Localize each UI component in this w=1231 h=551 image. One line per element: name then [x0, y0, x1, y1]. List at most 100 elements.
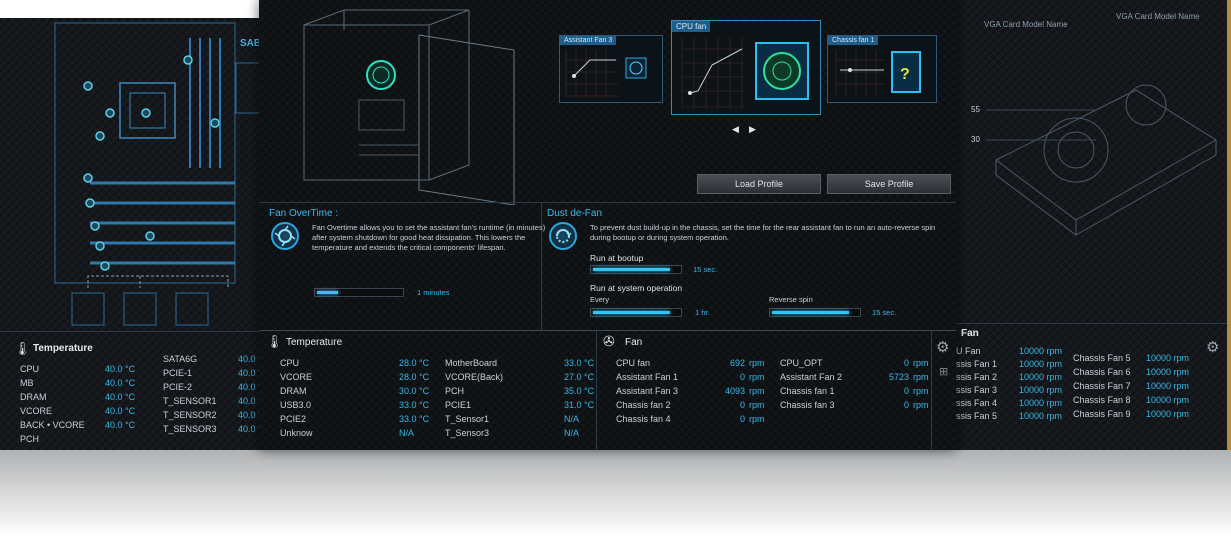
row-label: U Fan: [956, 346, 981, 356]
row-label: T_Sensor1: [445, 414, 490, 424]
fan-row-label: Chassis fan 4: [616, 414, 671, 424]
every-slider[interactable]: [590, 308, 682, 317]
fan-row-label: Chassis fan 1: [780, 386, 835, 396]
row-label: ssis Fan 3: [956, 385, 998, 395]
fan-card-chassis-fan-1[interactable]: Chassis fan 1 ?: [827, 35, 937, 103]
fan-overtime-description-2: after system shutdown for good heat diss…: [312, 233, 526, 242]
row-label: MotherBoard: [445, 358, 498, 368]
row-label: Chassis Fan 7: [1073, 381, 1131, 391]
fan-row-value: 0: [903, 386, 909, 396]
fan-row-unit: rpm: [749, 414, 765, 424]
row-label: ssis Fan 4: [956, 398, 998, 408]
fan-row-unit: rpm: [913, 400, 929, 410]
app-showcase: SABI 🌡 Temperature CPU 40.0 °C MB 40.0 °C DR…: [0, 0, 1231, 551]
row-label: T_SENSOR3: [163, 424, 217, 434]
grid-view-icon[interactable]: ⊞: [939, 365, 948, 378]
row-value: 10000 rpm: [1146, 353, 1190, 363]
fan-row-value: 5723: [888, 372, 909, 382]
fan-row-unit: rpm: [913, 358, 929, 368]
row-value: 10000 rpm: [1019, 372, 1063, 382]
row-value: 40.0 °C: [105, 378, 136, 388]
vga-card-name-2: VGA Card Model Name: [1116, 12, 1200, 21]
fan-section-title: Fan: [625, 337, 643, 348]
fan-row-unit: rpm: [749, 358, 765, 368]
vga-fan-title: Fan: [961, 328, 979, 339]
vga-panel: VGA Card Model Name VGA Card Model Name …: [955, 0, 1231, 450]
row-value: 28.0 °C: [399, 372, 430, 382]
fan-row-unit: rpm: [749, 386, 765, 396]
fan-overtime-value: 1 minutes: [417, 288, 450, 297]
row-value: N/A: [564, 428, 580, 438]
row-value: 35.0 °C: [564, 386, 595, 396]
settings-gear-icon[interactable]: ⚙: [1206, 338, 1219, 356]
row-label: ssis Fan 5: [956, 411, 998, 421]
dust-defan-description-1: To prevent dust build-up in the chassis,…: [590, 223, 936, 232]
fan-overtime-icon: [271, 222, 299, 250]
fan-card-cpu-fan[interactable]: CPU fan: [671, 20, 821, 115]
run-at-bootup-label: Run at bootup: [590, 253, 644, 263]
row-label: T_SENSOR2: [163, 410, 217, 420]
every-value: 1 hr.: [695, 308, 710, 317]
fan-icon: ✇: [603, 333, 615, 349]
floor-reflection: [0, 450, 1231, 551]
fan-row-label: Assistant Fan 1: [616, 372, 679, 382]
row-value: 40.0 °C: [105, 406, 136, 416]
row-label: DRAM: [280, 386, 307, 396]
fan-row-value: 4093: [724, 386, 745, 396]
fan-row-label: CPU_OPT: [780, 358, 823, 368]
next-fan-arrow[interactable]: ▶: [749, 124, 756, 135]
row-label: Chassis Fan 8: [1073, 395, 1131, 405]
row-label: T_Sensor3: [445, 428, 490, 438]
row-label: BACK • VCORE: [20, 420, 85, 430]
dust-defan-title: Dust de-Fan: [547, 208, 603, 219]
bootup-slider[interactable]: [590, 265, 682, 274]
fan-row-unit: rpm: [749, 400, 765, 410]
row-label: T_SENSOR1: [163, 396, 217, 406]
row-value: 10000 rpm: [1146, 395, 1190, 405]
row-value: 31.0 °C: [564, 400, 595, 410]
fan-row-value: 0: [739, 372, 745, 382]
row-label: PCIE1: [445, 400, 472, 410]
fan-xpert-main-window: Assistant Fan 3 CPU fan Chassis fan 1 ? …: [259, 0, 956, 450]
row-label: VCORE: [280, 372, 313, 382]
row-value: 40.0 °C: [105, 364, 136, 374]
run-at-system-operation-label: Run at system operation: [590, 283, 683, 293]
vga-card-name-1: VGA Card Model Name: [984, 20, 1068, 29]
row-value: 10000 rpm: [1019, 385, 1063, 395]
row-label: Chassis Fan 5: [1073, 353, 1131, 363]
row-value: 40.0 °C: [105, 392, 136, 402]
fan-card-assistant-fan-3[interactable]: Assistant Fan 3: [559, 35, 663, 103]
fan-overtime-description-3: temperature and extends the critical com…: [312, 243, 506, 252]
row-label: PCH: [20, 434, 40, 444]
row-value: 33.0 °C: [399, 414, 430, 424]
fan-overtime-slider[interactable]: [314, 288, 404, 297]
save-profile-button[interactable]: Save Profile: [827, 174, 951, 194]
row-value: 27.0 °C: [564, 372, 595, 382]
fan-row-label: Assistant Fan 3: [616, 386, 679, 396]
row-label: MB: [20, 378, 34, 388]
fan-row-unit: rpm: [913, 386, 929, 396]
thermometer-icon: 🌡: [14, 341, 31, 356]
fan-row-unit: rpm: [749, 372, 765, 382]
settings-gear-icon[interactable]: ⚙: [936, 338, 949, 356]
row-value: 10000 rpm: [1019, 346, 1063, 356]
previous-fan-arrow[interactable]: ◀: [732, 124, 739, 135]
load-profile-button[interactable]: Load Profile: [697, 174, 821, 194]
row-value: 10000 rpm: [1019, 359, 1063, 369]
reverse-spin-label: Reverse spin: [769, 295, 813, 304]
motherboard-panel: SABI 🌡 Temperature CPU 40.0 °C MB 40.0 °C DR…: [0, 18, 262, 450]
fan-row-label: Chassis fan 3: [780, 400, 835, 410]
temperature-title: Temperature: [33, 343, 93, 354]
fan-row-value: 692: [729, 358, 745, 368]
row-value: 33.0 °C: [399, 400, 430, 410]
fan-overtime-title: Fan OverTime :: [269, 208, 339, 219]
row-label: ssis Fan 1: [956, 359, 998, 369]
row-label: Chassis Fan 9: [1073, 409, 1131, 419]
row-label: PCIE2: [280, 414, 307, 424]
fan-row-unit: rpm: [913, 372, 929, 382]
fan-row-value: 0: [903, 358, 909, 368]
row-label: USB3.0: [280, 400, 312, 410]
row-label: VCORE(Back): [445, 372, 504, 382]
row-label: PCIE-1: [163, 368, 193, 378]
reverse-spin-slider[interactable]: [769, 308, 861, 317]
